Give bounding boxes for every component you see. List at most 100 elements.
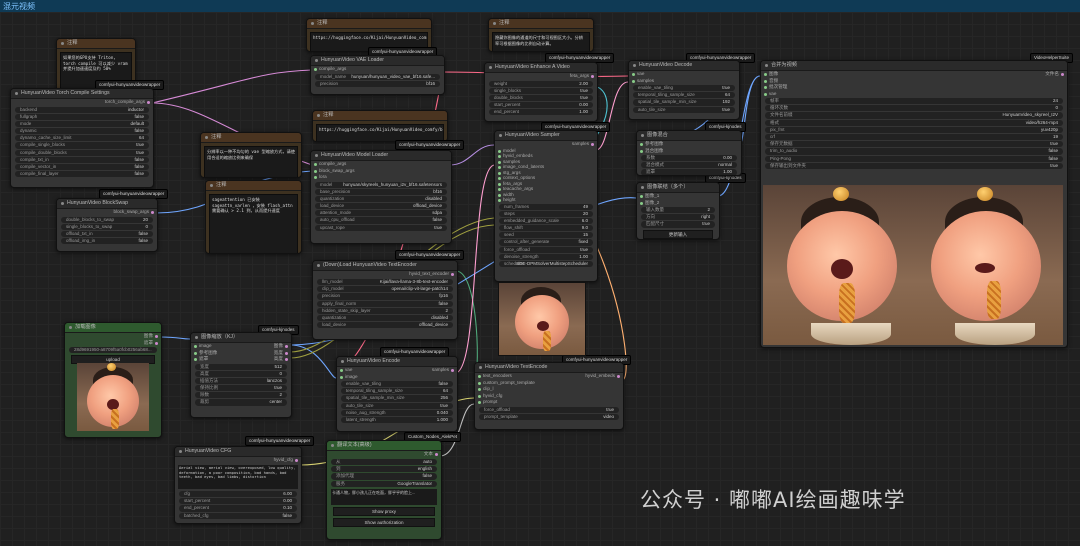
widget-encode-3[interactable]: auto_tile_size true [341, 402, 453, 409]
widget-combine-0[interactable]: 帧率 24 [765, 98, 1063, 105]
node-blockswap[interactable]: HunyuanVideo BlockSwap block_swap_args d… [56, 198, 158, 252]
widget-blockswap-1[interactable]: single_blocks_to_swap 0 [61, 223, 153, 230]
note-model-link[interactable]: 注释 https://huggingface.co/Kijai/HunyuanV… [312, 110, 448, 142]
input-socket[interactable]: 混合图像 [637, 148, 741, 155]
input-socket[interactable]: lora [311, 174, 451, 181]
widget-img_concat-1[interactable]: 方向 right [641, 214, 715, 221]
widget-cfg-2[interactable]: end_percent 0.10 [179, 505, 297, 512]
widget-torch_compile-8[interactable]: compile_vector_in false [15, 164, 149, 171]
widget-combine-5[interactable]: crf 19 [765, 133, 1063, 141]
widget-combine-8[interactable]: Ping-Pong false [765, 155, 1063, 162]
widget-resize-1[interactable]: 高度 0 [195, 370, 287, 377]
widget-resize-0[interactable]: 宽度 512 [195, 363, 287, 370]
widget-combine-3[interactable]: 格式 video/h264-mp4 [765, 119, 1063, 126]
widget-model_loader-2[interactable]: quantization disabled [315, 195, 447, 203]
input-socket[interactable]: prompt [475, 399, 623, 406]
widget-text_encoder-5[interactable]: quantization disabled [317, 314, 453, 322]
widget-combine-2[interactable]: 文件名前缀 HunyuanVideo_skyreel_I2V [765, 112, 1063, 119]
output-socket[interactable]: 高度 [266, 356, 291, 363]
widget-cfg-3[interactable]: batched_cfg false [179, 512, 297, 519]
widget-translate-2[interactable]: 添加代理 false [331, 473, 437, 480]
widget-encode-2[interactable]: spatial_tile_sample_min_size 256 [341, 395, 453, 402]
widget-resize-2[interactable]: 插值方法 lanczos [195, 377, 287, 385]
node-video-encode[interactable]: HunyuanVideo Encode samples vae image en… [336, 356, 458, 432]
node-vae-loader[interactable]: HunyuanVideo VAE Loader compile_args mod… [310, 55, 445, 95]
node-cfg[interactable]: HunyuanVideo CFG hyvid_cfg Aerial view, … [174, 446, 302, 524]
widget-img_concat-0[interactable]: 输入数量 2 [641, 207, 715, 214]
input-socket[interactable]: height [495, 197, 597, 203]
show-proxy-button[interactable]: Show proxy [333, 506, 435, 516]
note-sageattention[interactable]: 注释 sageattention 已安装 sageattn_varlen ，安装… [205, 180, 302, 254]
widget-torch_compile-4[interactable]: dynamo_cache_size_limit 64 [15, 135, 149, 142]
widget-vae_loader-0[interactable]: model_name hunyuan/hunyuan_video_vae_bf16… [315, 73, 440, 80]
widget-img_blend-0[interactable]: 系数 0.00 [641, 155, 737, 162]
widget-combine-9[interactable]: 保存输出到文件夹 true [765, 162, 1063, 169]
node-translate[interactable]: 翻译文本(高级) 文本 从 auto 到 english 添加代理 false 服务 Goog… [326, 440, 442, 540]
widget-decode-3[interactable]: auto_tile_size true [633, 106, 735, 113]
node-decode[interactable]: HunyuanVideo Decode vae samples enable_v… [628, 60, 740, 120]
widget-encode-0[interactable]: enable_vae_tiling false [341, 381, 453, 388]
negative-prompt-text[interactable]: Aerial view, aerial view, overexposed, l… [178, 465, 298, 489]
widget-torch_compile-7[interactable]: compile_txt_in false [15, 156, 149, 163]
widget-torch_compile-5[interactable]: compile_single_blocks true [15, 142, 149, 149]
widget-text_encoder-0[interactable]: llm_model Kijai/llava-llama-3-8b-text-enc… [317, 279, 453, 286]
widget-resize-3[interactable]: 保持比例 true [195, 385, 287, 392]
widget-enhance-1[interactable]: single_blocks true [489, 87, 593, 94]
widget-combine-1[interactable]: 循环次数 0 [765, 105, 1063, 112]
widget-model_loader-5[interactable]: auto_cpu_offload false [315, 217, 447, 224]
input-socket[interactable]: vae [761, 91, 1067, 98]
widget-encode-4[interactable]: noise_aug_strength 0.040 [341, 409, 453, 416]
input-socket[interactable]: 遮罩 [191, 356, 225, 363]
widget-text_encode-0[interactable]: force_offload true [479, 406, 619, 413]
widget-translate-1[interactable]: 到 english [331, 466, 437, 473]
node-image-blend[interactable]: 图像混合 参考图像 混合图像 系数 0.00 混合模式 normal 遮罩 1.00 [636, 130, 742, 176]
output-socket[interactable]: hyvid_cfg [266, 457, 301, 464]
widget-translate-0[interactable]: 从 auto [331, 459, 437, 466]
widget-vae_loader-1[interactable]: precision bf16 [315, 80, 440, 87]
input-socket[interactable]: image [337, 374, 457, 381]
widget-combine-7[interactable]: trim_to_audio false [765, 148, 1063, 155]
output-socket[interactable]: hyvid_text_encoder [401, 271, 457, 278]
widget-model_loader-0[interactable]: model hunyuan/skyreels_hunyuan_i2v_bf16.s… [315, 181, 447, 188]
widget-decode-2[interactable]: spatial_tile_sample_min_size 192 [633, 99, 735, 106]
widget-model_loader-3[interactable]: load_device offload_device [315, 203, 447, 210]
input-socket[interactable]: 图像_2 [637, 200, 719, 207]
output-socket[interactable]: block_swap_args [57, 209, 157, 216]
widget-img_blend-1[interactable]: 混合模式 normal [641, 162, 737, 169]
output-socket[interactable]: 遮罩 [65, 340, 161, 347]
widget-model_loader-1[interactable]: base_precision bf16 [315, 188, 447, 195]
widget-sampler-3[interactable]: flow_shift 9.0 [499, 225, 593, 232]
widget-torch_compile-0[interactable]: backend inductor [15, 106, 149, 113]
widget-model_loader-4[interactable]: attention_mode sdpa [315, 210, 447, 217]
widget-enhance-0[interactable]: weight 2.00 [489, 80, 593, 87]
prompt-text[interactable]: 卡通人物，胖小孩儿正在吃面，胖乎乎的脸上... [331, 488, 437, 505]
node-text-encode[interactable]: HunyuanVideo TextEncode hyvid_embeds tex… [474, 362, 624, 430]
node-enhance-a-video[interactable]: HunyuanVideo Enhance A Video feta_args w… [484, 62, 598, 122]
widget-img_concat-2[interactable]: 匹配尺寸 true [641, 221, 715, 228]
widget-text_encoder-1[interactable]: clip_model openai/clip-vit-large-patch14 [317, 286, 453, 293]
widget-torch_compile-1[interactable]: fullgraph false [15, 113, 149, 120]
note-text[interactable]: 分辨率以一种不均匀的 vae 型缩放方式，请使用合适的缩放比例来确保 [204, 146, 298, 177]
widget-decode-0[interactable]: enable_vae_tiling true [633, 85, 735, 92]
widget-encode-1[interactable]: temporal_tiling_sample_size 64 [341, 388, 453, 395]
output-socket[interactable]: feta_args [485, 73, 597, 80]
node-load-image[interactable]: 加载图像 图像 遮罩 28d9691950-a8709f5a0fcb0256ab… [64, 322, 162, 438]
widget-blockswap-2[interactable]: offload_txt_in false [61, 230, 153, 238]
node-torch-compile[interactable]: HunyuanVideo Torch Compile Settings torc… [10, 88, 154, 188]
widget-blockswap-3[interactable]: offload_img_in false [61, 238, 153, 245]
output-socket[interactable]: 文本 [416, 451, 441, 458]
widget-text_encoder-4[interactable]: hidden_state_skip_layer 2 [317, 307, 453, 314]
node-video-combine[interactable]: 合并为视频 文件名 图像 音频 批次管理 vae 帧率 24 循环次数 0 文件名前缀 H… [760, 60, 1068, 348]
widget-torch_compile-6[interactable]: compile_double_blocks true [15, 149, 149, 156]
widget-sampler-5[interactable]: control_after_generate fixed [499, 239, 593, 246]
widget-text_encoder-6[interactable]: load_device offload_device [317, 322, 453, 329]
output-socket[interactable]: torch_compile_args [11, 99, 153, 106]
widget-img_blend-2[interactable]: 遮罩 1.00 [641, 169, 737, 175]
widget-sampler-4[interactable]: seed 15 [499, 232, 593, 239]
widget-enhance-2[interactable]: double_blocks true [489, 94, 593, 102]
widget-resize-5[interactable]: 裁剪 center [195, 399, 287, 406]
widget-sampler-2[interactable]: embedded_guidance_scale 6.0 [499, 217, 593, 225]
widget-sampler-8[interactable]: scheduler SDE-DPMSolverMultistepScheduler [499, 261, 593, 268]
update-inputs-button[interactable]: 更新输入 [643, 229, 713, 239]
widget-enhance-3[interactable]: start_percent 0.00 [489, 102, 593, 109]
